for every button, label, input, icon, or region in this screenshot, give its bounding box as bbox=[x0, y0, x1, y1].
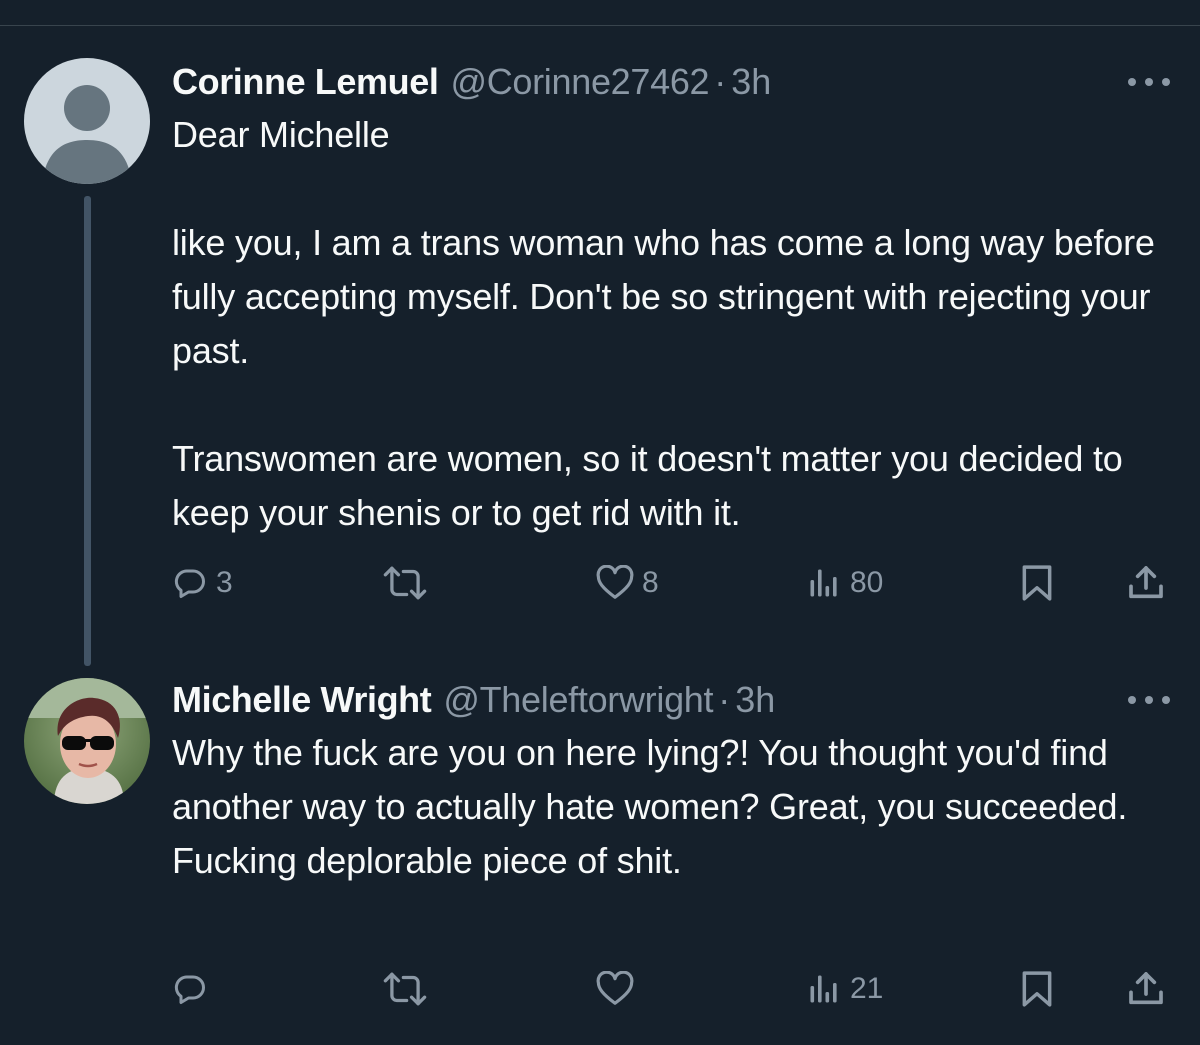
like-button[interactable] bbox=[596, 964, 642, 1014]
share-icon bbox=[1126, 969, 1166, 1009]
analytics-icon bbox=[806, 971, 842, 1007]
tweet-actions: 3 8 80 bbox=[0, 558, 1200, 608]
share-button[interactable] bbox=[1126, 558, 1166, 608]
timestamp[interactable]: 3h bbox=[735, 678, 775, 722]
like-button[interactable]: 8 bbox=[596, 558, 659, 608]
separator-dot: · bbox=[714, 61, 727, 102]
views-button[interactable]: 21 bbox=[806, 964, 883, 1014]
heart-icon bbox=[596, 971, 634, 1007]
reply-button[interactable] bbox=[172, 964, 216, 1014]
view-count: 21 bbox=[850, 972, 884, 1005]
tweet-actions: 21 bbox=[0, 964, 1200, 1014]
more-options-icon[interactable] bbox=[1126, 690, 1172, 710]
bookmark-icon bbox=[1020, 564, 1054, 602]
like-count: 8 bbox=[642, 566, 659, 599]
tweet-header: Corinne Lemuel @Corinne27462 · 3h bbox=[172, 60, 771, 104]
retweet-icon bbox=[380, 971, 430, 1007]
bookmark-icon bbox=[1020, 970, 1054, 1008]
heart-icon bbox=[596, 565, 634, 601]
thread-connector-line bbox=[84, 196, 91, 666]
top-divider bbox=[0, 25, 1200, 26]
default-avatar-icon[interactable] bbox=[24, 58, 150, 184]
tweet-text: Dear Michelle like you, I am a trans wom… bbox=[172, 114, 1155, 533]
more-options-icon[interactable] bbox=[1126, 72, 1172, 92]
tweet-header: Michelle Wright @Theleftorwright · 3h bbox=[172, 678, 775, 722]
profile-photo[interactable] bbox=[24, 678, 150, 804]
reply-icon bbox=[172, 565, 208, 601]
view-count: 80 bbox=[850, 566, 884, 599]
separator-dot: · bbox=[718, 679, 731, 720]
bookmark-button[interactable] bbox=[1020, 964, 1054, 1014]
reply-button[interactable]: 3 bbox=[172, 558, 233, 608]
reply-count: 3 bbox=[216, 566, 233, 599]
timestamp[interactable]: 3h bbox=[731, 60, 771, 104]
share-icon bbox=[1126, 563, 1166, 603]
retweet-button[interactable] bbox=[380, 558, 438, 608]
tweet-text: Why the fuck are you on here lying?! You… bbox=[172, 732, 1137, 881]
views-button[interactable]: 80 bbox=[806, 558, 883, 608]
retweet-button[interactable] bbox=[380, 964, 438, 1014]
bookmark-button[interactable] bbox=[1020, 558, 1054, 608]
retweet-icon bbox=[380, 565, 430, 601]
share-button[interactable] bbox=[1126, 964, 1166, 1014]
author-name[interactable]: Corinne Lemuel bbox=[172, 60, 439, 104]
author-handle[interactable]: @Theleftorwright bbox=[443, 678, 713, 722]
analytics-icon bbox=[806, 565, 842, 601]
author-handle[interactable]: @Corinne27462 bbox=[450, 60, 709, 104]
author-name[interactable]: Michelle Wright bbox=[172, 678, 432, 722]
reply-icon bbox=[172, 971, 208, 1007]
